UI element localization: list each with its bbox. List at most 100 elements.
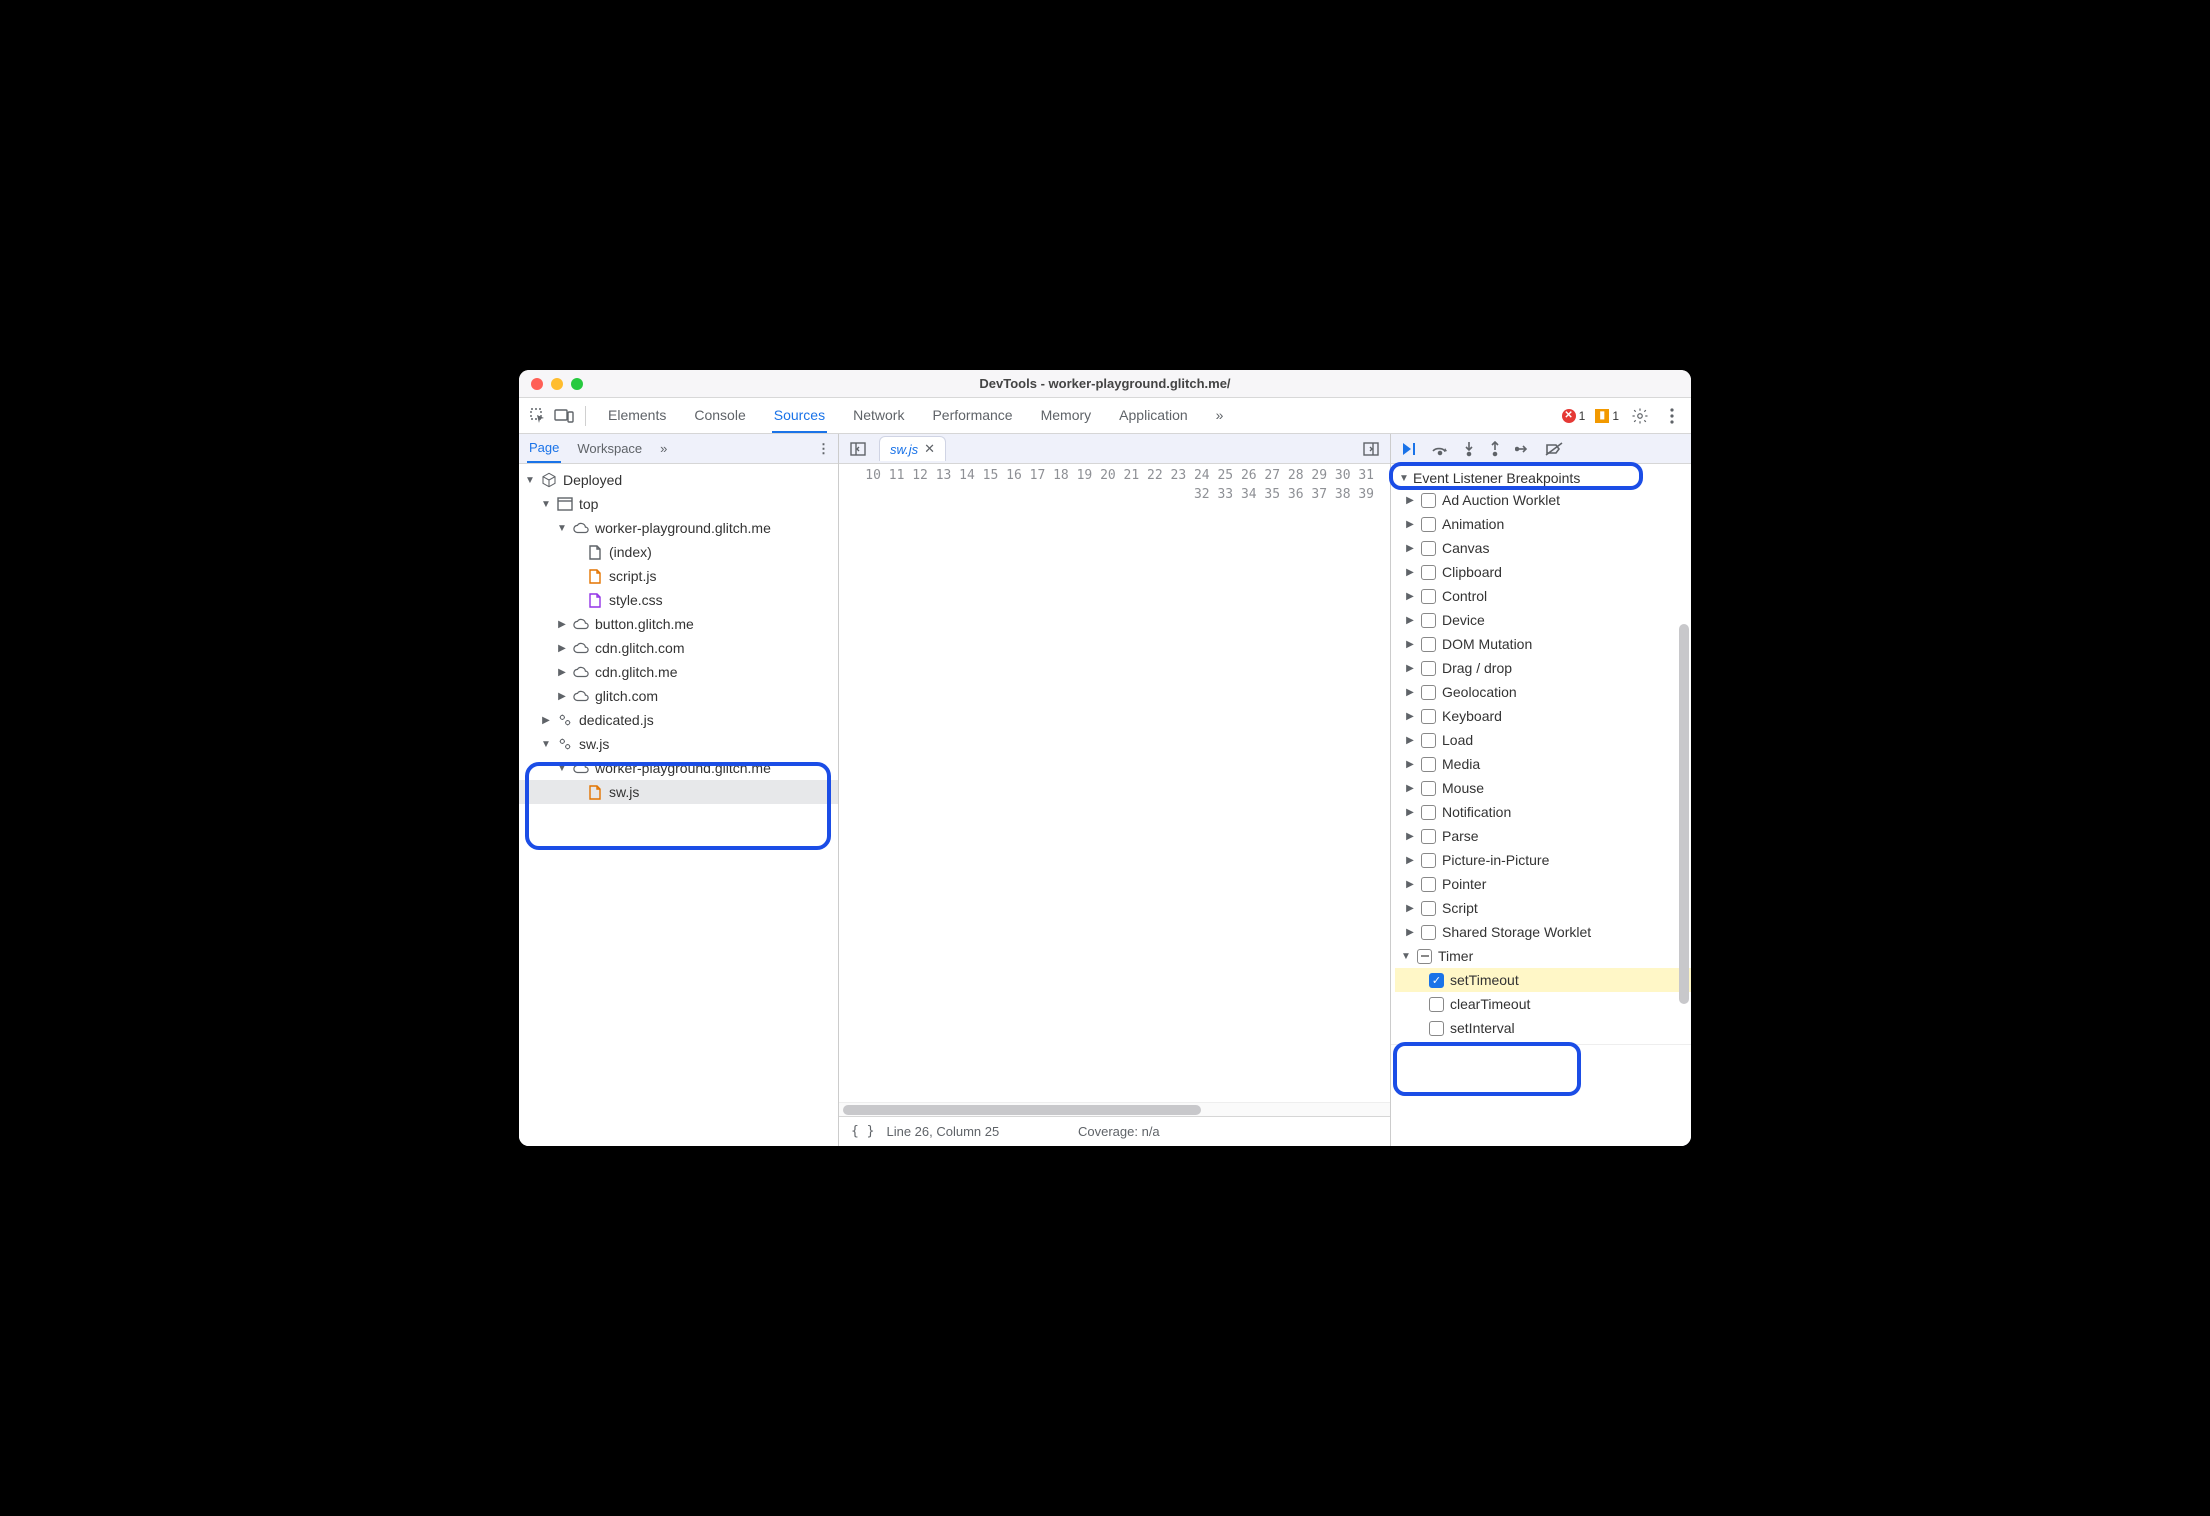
checkbox-icon[interactable] [1421,637,1436,652]
tab-memory[interactable]: Memory [1039,399,1094,433]
checkbox-icon[interactable] [1421,757,1436,772]
deactivate-breakpoints-icon[interactable] [1545,442,1563,456]
category-row[interactable]: ▶Control [1399,584,1691,608]
category-row[interactable]: ▶Drag / drop [1399,656,1691,680]
close-icon[interactable] [531,378,543,390]
file-tab-sw[interactable]: sw.js ✕ [879,436,946,461]
resume-icon[interactable] [1401,442,1417,456]
zoom-icon[interactable] [571,378,583,390]
section-title-row[interactable]: ▼ Event Listener Breakpoints [1395,468,1691,488]
event-cleartimeout[interactable]: clearTimeout [1395,992,1691,1016]
checkbox-icon[interactable] [1421,661,1436,676]
category-row[interactable]: ▶Shared Storage Worklet [1399,920,1691,944]
category-row[interactable]: ▶Picture-in-Picture [1399,848,1691,872]
code-editor[interactable]: 10 11 12 13 14 15 16 17 18 19 20 21 22 2… [839,464,1390,1102]
tree-file-style[interactable]: style.css [519,588,838,612]
step-icon[interactable] [1515,442,1531,456]
tree-top[interactable]: ▼ top [519,492,838,516]
checkbox-icon[interactable] [1421,613,1436,628]
vertical-scrollbar[interactable] [1678,474,1690,1142]
tabs-overflow-icon[interactable]: » [1214,399,1226,433]
checkbox-icon[interactable] [1421,493,1436,508]
checkbox-icon[interactable] [1429,1021,1444,1036]
category-row[interactable]: ▶Canvas [1399,536,1691,560]
tab-console[interactable]: Console [692,399,747,433]
category-row[interactable]: ▶Keyboard [1399,704,1691,728]
tree-origin-button[interactable]: ▶ button.glitch.me [519,612,838,636]
checkbox-icon[interactable] [1421,733,1436,748]
checkbox-icon[interactable] [1421,925,1436,940]
scrollbar-thumb[interactable] [1679,624,1689,1004]
toggle-debugger-icon[interactable] [1360,438,1382,460]
toggle-navigator-icon[interactable] [847,438,869,460]
checkbox-icon[interactable] [1429,997,1444,1012]
warning-badge[interactable]: ▮1 [1595,409,1619,423]
tree-dedicated-worker[interactable]: ▶ dedicated.js [519,708,838,732]
checkbox-checked-icon[interactable]: ✓ [1429,973,1444,988]
tree-origin-glitch[interactable]: ▶ glitch.com [519,684,838,708]
tab-elements[interactable]: Elements [606,399,668,433]
inspect-icon[interactable] [527,405,549,427]
checkbox-icon[interactable] [1421,805,1436,820]
tree-origin-cdn-com[interactable]: ▶ cdn.glitch.com [519,636,838,660]
category-row[interactable]: ▶Script [1399,896,1691,920]
checkbox-icon[interactable] [1421,901,1436,916]
close-tab-icon[interactable]: ✕ [924,441,935,457]
code-content[interactable]: } } "cm">/** "cm">* In order to keep the… [1382,464,1390,1102]
tree-origin-cdn-me[interactable]: ▶ cdn.glitch.me [519,660,838,684]
horizontal-scrollbar[interactable] [839,1102,1390,1116]
gears-icon [557,712,573,728]
tab-network[interactable]: Network [851,399,906,433]
category-row[interactable]: ▶Mouse [1399,776,1691,800]
category-row[interactable]: ▶Load [1399,728,1691,752]
scrollbar-thumb[interactable] [843,1105,1201,1115]
tab-sources[interactable]: Sources [772,399,827,433]
settings-icon[interactable] [1629,405,1651,427]
category-row[interactable]: ▶Clipboard [1399,560,1691,584]
checkbox-mixed-icon[interactable] [1417,949,1432,964]
pretty-print-icon[interactable]: { } [851,1124,874,1139]
tree-sw-worker[interactable]: ▼ sw.js [519,732,838,756]
checkbox-icon[interactable] [1421,565,1436,580]
category-row[interactable]: ▶Device [1399,608,1691,632]
category-timer[interactable]: ▼ Timer [1395,944,1691,968]
tree-file-script[interactable]: script.js [519,564,838,588]
category-row[interactable]: ▶Notification [1399,800,1691,824]
nav-tab-page[interactable]: Page [527,434,561,463]
event-settimeout[interactable]: ✓ setTimeout [1395,968,1691,992]
tab-application[interactable]: Application [1117,399,1190,433]
kebab-menu-icon[interactable] [1661,405,1683,427]
step-over-icon[interactable] [1431,442,1449,456]
category-row[interactable]: ▶DOM Mutation [1399,632,1691,656]
checkbox-icon[interactable] [1421,877,1436,892]
error-badge[interactable]: ✕1 [1562,409,1586,423]
device-toggle-icon[interactable] [553,405,575,427]
category-row[interactable]: ▶Media [1399,752,1691,776]
checkbox-icon[interactable] [1421,517,1436,532]
nav-tabs-overflow-icon[interactable]: » [660,441,667,456]
tree-origin[interactable]: ▼ worker-playground.glitch.me [519,516,838,540]
tab-performance[interactable]: Performance [930,399,1014,433]
nav-more-icon[interactable]: ⋮ [817,441,830,457]
event-setinterval[interactable]: setInterval [1395,1016,1691,1040]
step-out-icon[interactable] [1489,441,1501,457]
category-row[interactable]: ▶Geolocation [1399,680,1691,704]
tree-sw-origin[interactable]: ▼ worker-playground.glitch.me [519,756,838,780]
step-into-icon[interactable] [1463,441,1475,457]
checkbox-icon[interactable] [1421,829,1436,844]
category-row[interactable]: ▶Pointer [1399,872,1691,896]
checkbox-icon[interactable] [1421,709,1436,724]
minimize-icon[interactable] [551,378,563,390]
checkbox-icon[interactable] [1421,589,1436,604]
category-row[interactable]: ▶Parse [1399,824,1691,848]
category-row[interactable]: ▶Animation [1399,512,1691,536]
nav-tab-workspace[interactable]: Workspace [575,435,644,462]
checkbox-icon[interactable] [1421,853,1436,868]
category-row[interactable]: ▶Ad Auction Worklet [1399,488,1691,512]
checkbox-icon[interactable] [1421,541,1436,556]
checkbox-icon[interactable] [1421,781,1436,796]
checkbox-icon[interactable] [1421,685,1436,700]
tree-file-sw[interactable]: sw.js [519,780,838,804]
tree-deployed[interactable]: ▼ Deployed [519,468,838,492]
tree-file-index[interactable]: (index) [519,540,838,564]
